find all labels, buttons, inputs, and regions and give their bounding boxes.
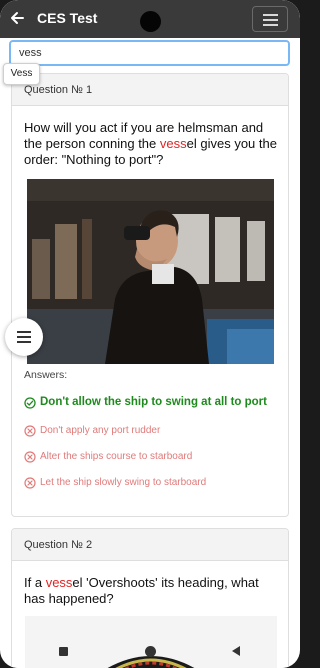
answer-text: Alter the ships course to starboard bbox=[40, 451, 193, 462]
search-input[interactable] bbox=[9, 40, 290, 66]
x-circle-icon bbox=[24, 425, 36, 437]
question-text-part: If a bbox=[24, 575, 46, 590]
back-arrow-icon[interactable] bbox=[8, 8, 26, 28]
phone-screen: CES Test Vess Question № 1 How will you … bbox=[0, 0, 300, 668]
system-nav-bar bbox=[0, 636, 300, 668]
x-circle-icon bbox=[24, 451, 36, 463]
answer-text: Don't apply any port rudder bbox=[40, 425, 161, 436]
question-header: Question № 1 bbox=[12, 74, 288, 106]
check-circle-icon bbox=[24, 397, 36, 409]
answer-wrong[interactable]: Don't apply any port rudder bbox=[24, 423, 224, 439]
hamburger-menu-icon[interactable] bbox=[252, 6, 288, 32]
question-header: Question № 2 bbox=[12, 529, 288, 561]
search-highlight: vess bbox=[45, 575, 73, 590]
question-text: How will you act if you are helmsman and… bbox=[12, 120, 288, 168]
camera-cutout bbox=[140, 11, 161, 32]
search-suggestion[interactable]: Vess bbox=[3, 63, 40, 85]
answer-correct[interactable]: Don't allow the ship to swing at all to … bbox=[24, 395, 274, 411]
back-triangle-icon[interactable] bbox=[232, 646, 240, 656]
app-title: CES Test bbox=[37, 10, 98, 26]
answer-wrong[interactable]: Alter the ships course to starboard bbox=[24, 449, 244, 465]
home-icon[interactable] bbox=[145, 646, 156, 657]
app-bar: CES Test bbox=[0, 0, 300, 38]
recents-icon[interactable] bbox=[59, 647, 68, 656]
list-menu-icon[interactable] bbox=[5, 318, 43, 356]
question-card-1: Question № 1 How will you act if you are… bbox=[11, 73, 289, 517]
answer-wrong[interactable]: Let the ship slowly swing to starboard bbox=[24, 475, 264, 491]
search-highlight: vess bbox=[159, 136, 187, 151]
question-photo bbox=[27, 179, 274, 364]
answer-text: Let the ship slowly swing to starboard bbox=[40, 477, 207, 488]
search-bar bbox=[9, 40, 290, 66]
answer-text: Don't allow the ship to swing at all to … bbox=[40, 396, 267, 408]
question-text: If a vessel 'Overshoots' its heading, wh… bbox=[12, 575, 288, 607]
x-circle-icon bbox=[24, 477, 36, 489]
answers-label: Answers: bbox=[24, 369, 68, 381]
